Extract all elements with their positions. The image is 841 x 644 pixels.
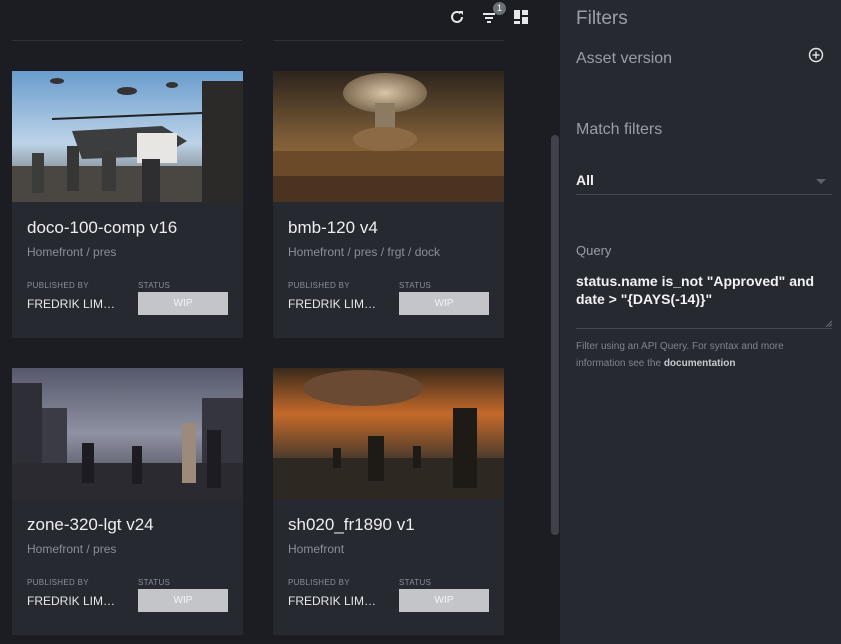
asset-card[interactable]: sh020_fr1890 v1 Homefront PUBLISHED BY S… bbox=[273, 368, 504, 635]
status-button[interactable]: WIP bbox=[399, 589, 489, 612]
match-filters-value: All bbox=[576, 172, 594, 188]
chevron-down-icon bbox=[816, 179, 826, 184]
published-by-label: PUBLISHED BY bbox=[27, 281, 89, 290]
asset-path: Homefront bbox=[288, 542, 345, 556]
add-circle-icon[interactable] bbox=[808, 47, 824, 63]
asset-card[interactable]: zone-320-lgt v24 Homefront / pres PUBLIS… bbox=[12, 368, 243, 635]
asset-card[interactable]: bmb-120 v4 Homefront / pres / frgt / doc… bbox=[273, 71, 504, 338]
grid-layout-icon[interactable] bbox=[512, 8, 530, 26]
query-label: Query bbox=[576, 243, 612, 258]
query-input[interactable]: status.name is_not "Approved" and date >… bbox=[576, 272, 832, 329]
asset-version-label: Asset version bbox=[576, 50, 673, 67]
asset-title: sh020_fr1890 v1 bbox=[288, 515, 415, 534]
filter-count-badge: 1 bbox=[493, 2, 506, 15]
status-label: STATUS bbox=[138, 281, 171, 290]
asset-card[interactable]: doco-100-comp v16 Homefront / pres PUBLI… bbox=[12, 71, 243, 338]
status-label: STATUS bbox=[399, 281, 432, 290]
asset-thumbnail bbox=[273, 71, 504, 202]
asset-title: bmb-120 v4 bbox=[288, 218, 378, 237]
status-button[interactable]: WIP bbox=[399, 292, 489, 315]
filter-icon[interactable]: 1 bbox=[480, 2, 506, 26]
asset-thumbnail bbox=[273, 368, 504, 499]
match-filters-label: Match filters bbox=[576, 121, 663, 138]
asset-path: Homefront / pres / frgt / dock bbox=[288, 245, 441, 259]
asset-thumbnail bbox=[12, 71, 243, 202]
asset-grid: 1 doco-100-comp v16 Homefront / pres PUB… bbox=[0, 0, 560, 644]
scrollbar[interactable] bbox=[551, 135, 559, 535]
asset-path: Homefront / pres bbox=[27, 542, 117, 556]
resize-grip-icon[interactable] bbox=[825, 320, 832, 327]
published-by-label: PUBLISHED BY bbox=[27, 578, 89, 587]
asset-path: Homefront / pres bbox=[27, 245, 117, 259]
query-text: status.name is_not "Approved" and date >… bbox=[576, 273, 815, 307]
refresh-icon[interactable] bbox=[448, 8, 466, 26]
published-by-label: PUBLISHED BY bbox=[288, 578, 350, 587]
query-help-text: Filter using an API Query. For syntax an… bbox=[576, 338, 816, 372]
publisher-name: FREDRIK LIM… bbox=[288, 594, 377, 608]
publisher-name: FREDRIK LIM… bbox=[288, 297, 377, 311]
status-button[interactable]: WIP bbox=[138, 292, 228, 315]
filters-panel: Filters Asset version Match filters All … bbox=[560, 0, 841, 644]
grid-toolbar: 1 bbox=[448, 2, 530, 26]
publisher-name: FREDRIK LIM… bbox=[27, 594, 116, 608]
status-label: STATUS bbox=[138, 578, 171, 587]
publisher-name: FREDRIK LIM… bbox=[27, 297, 116, 311]
divider bbox=[12, 40, 242, 41]
asset-title: zone-320-lgt v24 bbox=[27, 515, 154, 534]
documentation-link[interactable]: documentation bbox=[664, 358, 736, 369]
asset-thumbnail bbox=[12, 368, 243, 499]
divider bbox=[273, 40, 504, 41]
status-button[interactable]: WIP bbox=[138, 589, 228, 612]
asset-title: doco-100-comp v16 bbox=[27, 218, 178, 237]
published-by-label: PUBLISHED BY bbox=[288, 281, 350, 290]
match-filters-select[interactable]: All bbox=[576, 166, 832, 195]
panel-title: Filters bbox=[576, 8, 628, 29]
status-label: STATUS bbox=[399, 578, 432, 587]
